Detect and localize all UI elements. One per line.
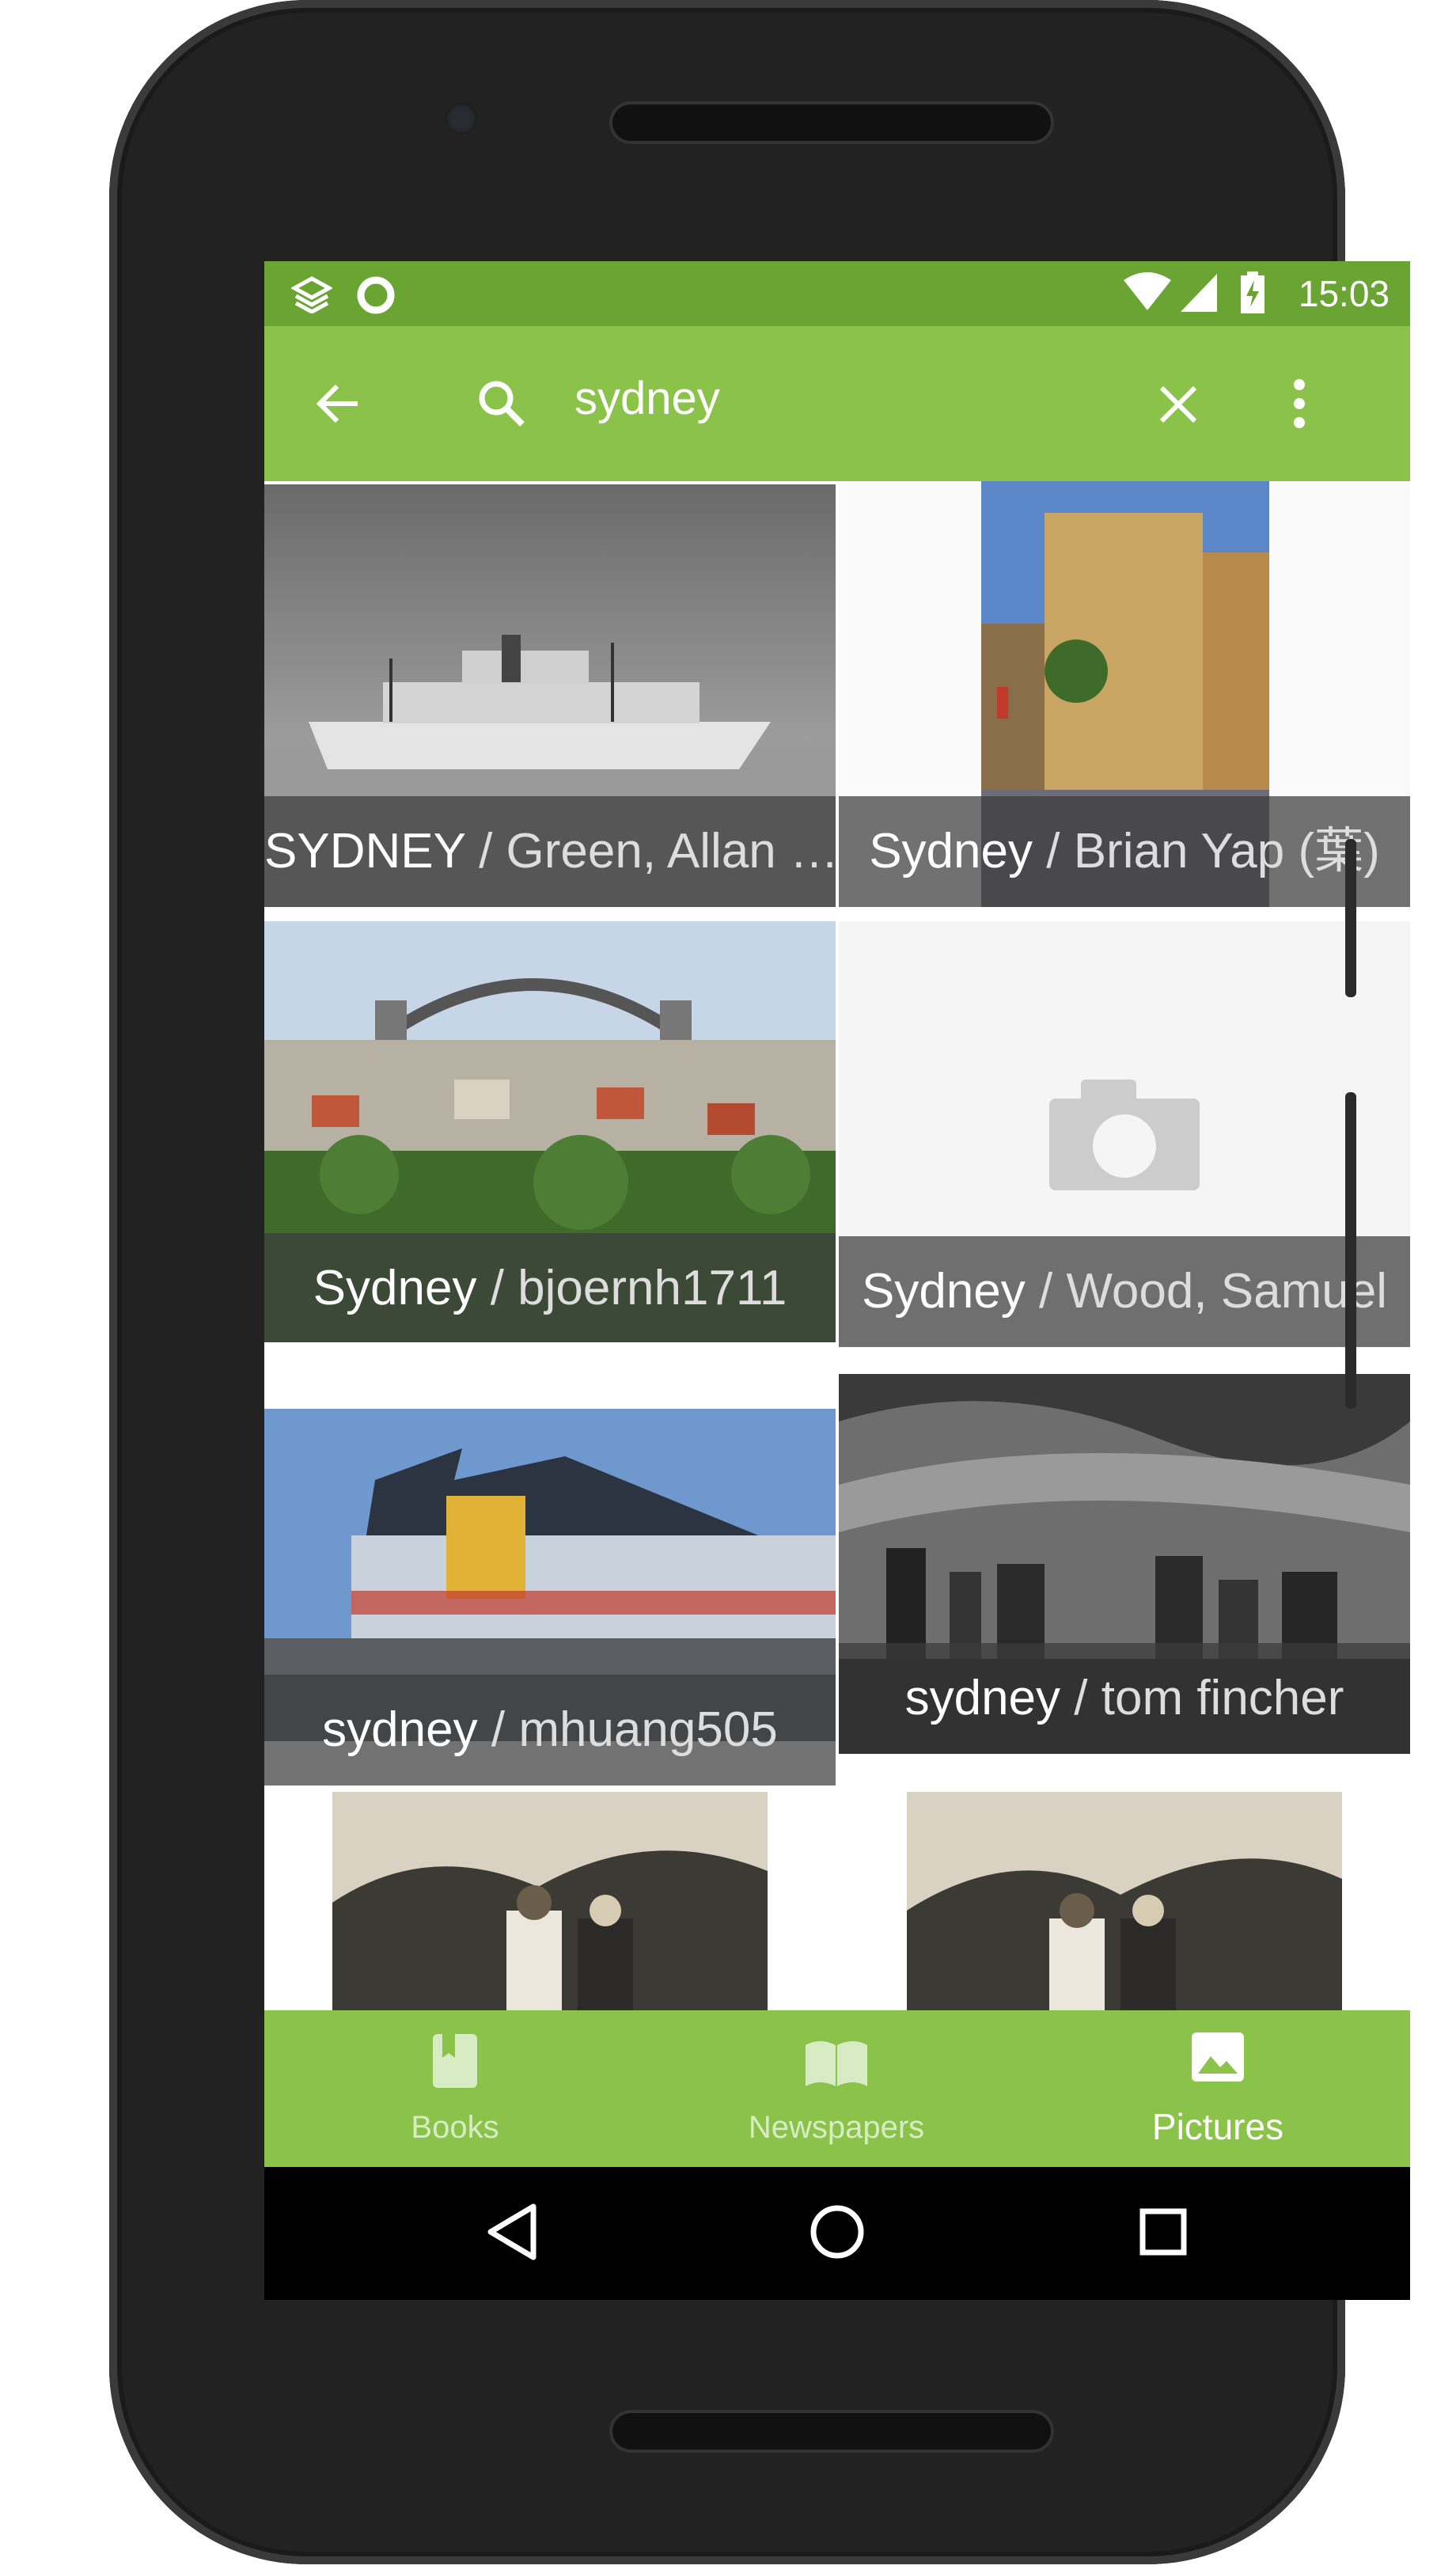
search-app-bar: sydney	[264, 326, 1410, 481]
circle-home-icon[interactable]	[807, 2202, 867, 2262]
close-icon[interactable]	[1157, 383, 1200, 426]
system-navigation-bar	[264, 2167, 1410, 2300]
result-caption: SYDNEY / Green, Allan …	[264, 796, 836, 907]
result-tile[interactable]: Sydney / Brian Yap (葉)	[839, 481, 1410, 907]
front-camera	[446, 103, 477, 135]
open-book-icon	[806, 2041, 867, 2086]
result-caption: sydney / mhuang505	[264, 1675, 836, 1786]
camera-icon	[1049, 1080, 1200, 1190]
phone-frame: 15:03 sydney SYDNEY / Green, Allan … Syd…	[109, 0, 1410, 2564]
wifi-icon	[1124, 272, 1171, 310]
volume-button	[1345, 839, 1356, 997]
result-caption: Sydney / Wood, Samuel	[839, 1236, 1410, 1347]
nav-label-newspapers: Newspapers	[748, 2110, 925, 2145]
result-caption: Sydney / bjoernh1711	[264, 1233, 836, 1342]
status-time: 15:03	[1298, 273, 1390, 314]
result-tile[interactable]: sydney / tom fincher	[839, 1374, 1410, 1754]
result-tile[interactable]: Sydney / bjoernh1711	[264, 921, 836, 1342]
power-button	[1345, 1092, 1356, 1409]
result-tile[interactable]	[839, 1792, 1410, 2018]
nav-item-newspapers[interactable]: Newspapers	[646, 2010, 1027, 2167]
result-caption: Sydney / Brian Yap (葉)	[839, 796, 1410, 907]
screen: 15:03 sydney SYDNEY / Green, Allan … Syd…	[264, 261, 1410, 2300]
bottom-navigation: Books Newspapers Pictures	[264, 2010, 1410, 2167]
book-icon	[433, 2034, 477, 2088]
search-icon[interactable]	[476, 378, 527, 429]
nav-label-books: Books	[411, 2110, 499, 2145]
square-recents-icon[interactable]	[1138, 2207, 1189, 2257]
nav-item-books[interactable]: Books	[264, 2010, 646, 2167]
result-tile[interactable]: SYDNEY / Green, Allan …	[264, 484, 836, 907]
result-thumbnail	[332, 1792, 768, 2018]
bottom-speaker	[609, 2410, 1054, 2453]
search-input[interactable]: sydney	[574, 372, 720, 425]
result-thumbnail	[907, 1792, 1342, 2018]
result-caption: sydney / tom fincher	[839, 1643, 1410, 1754]
earpiece-speaker	[609, 101, 1054, 144]
layers-notification-icon	[291, 276, 332, 313]
circle-notification-icon	[357, 276, 395, 314]
result-tile[interactable]: sydney / mhuang505	[264, 1358, 836, 1786]
status-bar: 15:03	[264, 261, 1410, 326]
more-vert-icon[interactable]	[1291, 378, 1307, 429]
result-tile[interactable]: Sydney / Wood, Samuel	[839, 921, 1410, 1347]
triangle-back-icon[interactable]	[484, 2202, 540, 2262]
battery-charging-icon	[1241, 271, 1265, 313]
result-tile[interactable]	[264, 1792, 836, 2018]
results-grid: SYDNEY / Green, Allan … Sydney / Brian Y…	[264, 481, 1410, 2018]
nav-item-pictures[interactable]: Pictures	[1027, 2010, 1409, 2167]
nav-label-pictures: Pictures	[1151, 2106, 1284, 2147]
signal-icon	[1181, 274, 1217, 312]
image-icon	[1192, 2032, 1244, 2082]
arrow-back-icon[interactable]	[315, 381, 362, 426]
